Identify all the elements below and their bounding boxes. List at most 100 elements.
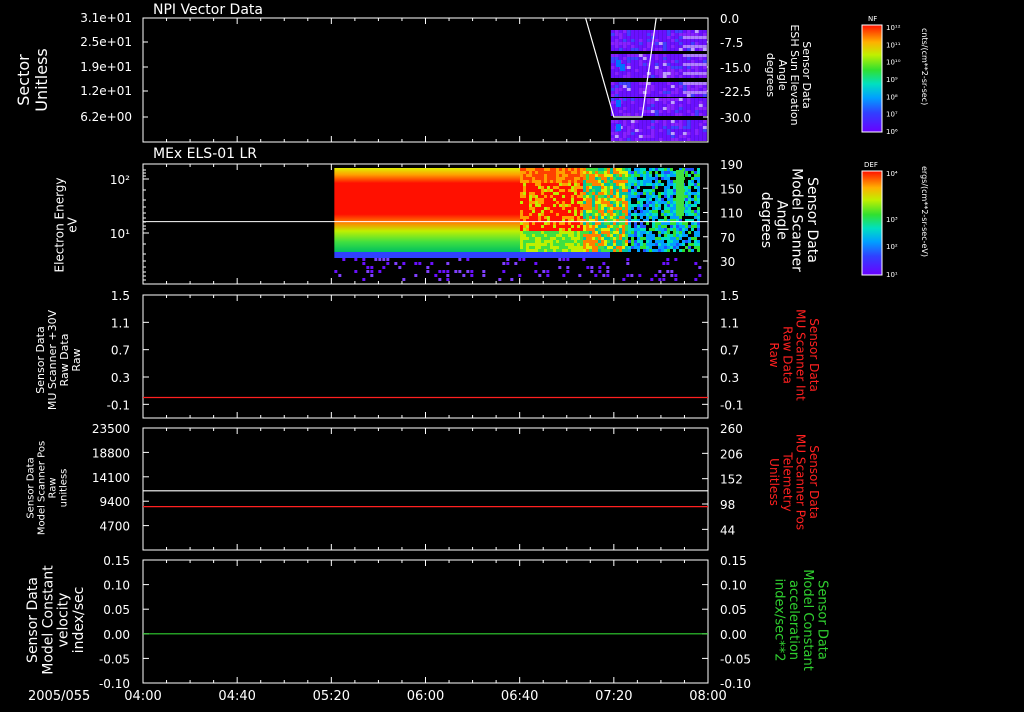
heatmap-cell: [678, 110, 683, 113]
left-tick-label: 1.9e+01: [80, 60, 132, 74]
spectrogram-cell: [589, 216, 592, 219]
spectrogram-cell: [655, 204, 658, 207]
spectrogram-cell: [520, 204, 523, 207]
heatmap-cell: [658, 94, 663, 97]
spectrogram-cell: [616, 180, 619, 183]
heatmap-cell: [610, 123, 615, 126]
right-tick-label: -7.5: [720, 36, 743, 50]
spectrogram-cell: [604, 246, 607, 249]
spectrogram-cell: [526, 195, 529, 198]
spectrogram-cell: [670, 231, 673, 234]
spectrogram-cell: [535, 231, 538, 234]
heatmap-cell: [654, 45, 659, 48]
spectrogram-cell: [622, 246, 625, 249]
heatmap-cell: [658, 110, 663, 113]
spectrogram-cell: [682, 237, 685, 240]
spectrogram-cell: [547, 234, 550, 237]
spectrogram-cell: [613, 249, 616, 252]
heatmap-cell: [634, 48, 639, 51]
spectrogram-cell: [589, 183, 592, 186]
spectrogram-cell: [535, 234, 538, 237]
spectrogram-cell: [568, 210, 571, 213]
spectrogram-cell: [697, 177, 700, 180]
spectrogram-cell: [556, 213, 559, 216]
heatmap-cell: [682, 66, 687, 69]
spectrogram-cell: [586, 204, 589, 207]
spectrogram-cell: [334, 270, 338, 273]
heatmap-cell: [626, 129, 631, 132]
spectrogram-cell: [547, 183, 550, 186]
heatmap-cell: [626, 42, 631, 45]
spectrogram-cell: [522, 258, 526, 261]
heatmap-cell: [610, 88, 615, 91]
spectrogram-cell: [583, 192, 586, 195]
heatmap-cell: [634, 110, 639, 113]
spectrogram-cell: [646, 228, 649, 231]
spectrogram-cell: [658, 243, 661, 246]
spectrogram-cell: [562, 274, 566, 277]
spectrogram-cell: [673, 198, 676, 201]
heatmap-cell: [634, 101, 639, 104]
heatmap-cell: [650, 75, 655, 78]
spectrogram-cell: [562, 168, 565, 171]
spectrogram-cell: [643, 237, 646, 240]
spectrogram-cell: [565, 171, 568, 174]
spectrogram-cell: [670, 237, 673, 240]
spectrogram-cell: [631, 174, 634, 177]
spectrogram-cell: [553, 231, 556, 234]
heatmap-cell: [678, 63, 683, 66]
heatmap-cell: [634, 107, 639, 110]
spectrogram-cell: [640, 204, 643, 207]
spectrogram-cell: [577, 177, 580, 180]
spectrogram-cell: [538, 225, 541, 228]
spectrogram-cell: [568, 228, 571, 231]
spectrogram-cell: [631, 228, 634, 231]
heatmap-cell: [630, 45, 635, 48]
spectrogram-cell: [631, 195, 634, 198]
heatmap-cell: [626, 94, 631, 97]
heatmap-cell: [662, 57, 667, 60]
spectrogram-cell: [607, 192, 610, 195]
spectrogram-cell: [580, 225, 583, 228]
spectrogram-cell: [661, 189, 664, 192]
heatmap-cell: [698, 85, 703, 88]
heatmap-cell: [658, 75, 663, 78]
spectrogram-cell: [580, 237, 583, 240]
spectrogram-cell: [571, 228, 574, 231]
spectrogram-cell: [655, 243, 658, 246]
colorbar-tick-label: 10¹⁰: [886, 59, 901, 67]
heatmap-cell: [634, 91, 639, 94]
spectrogram-cell: [682, 240, 685, 243]
heatmap-cell: [678, 72, 683, 75]
spectrogram-cell: [607, 234, 610, 237]
spectrogram-cell: [631, 243, 634, 246]
heatmap-cell: [690, 30, 695, 33]
spectrogram-cell: [655, 189, 658, 192]
heatmap-cell: [646, 36, 651, 39]
spectrogram-cell: [625, 174, 628, 177]
spectrogram-cell: [688, 183, 691, 186]
spectrogram-cell: [613, 207, 616, 210]
spectrogram-cell: [529, 216, 532, 219]
spectrogram-cell: [520, 222, 523, 225]
spectrogram-cell: [685, 249, 688, 252]
spectrogram-cell: [566, 266, 570, 269]
spectrogram-cell: [532, 183, 535, 186]
axis-label-line: Model Scanner: [789, 168, 805, 272]
spectrogram-cell: [565, 189, 568, 192]
spectrogram-cell: [673, 246, 676, 249]
spectrogram-cell: [580, 243, 583, 246]
spectrogram-cell: [643, 174, 646, 177]
spectrogram-cell: [601, 237, 604, 240]
spectrogram-cell: [607, 180, 610, 183]
spectrogram-cell: [661, 243, 664, 246]
spectrogram-cell: [520, 180, 523, 183]
heatmap-cell: [622, 123, 627, 126]
heatmap-cell: [662, 48, 667, 51]
heatmap-cell: [694, 107, 699, 110]
heatmap-cell: [694, 30, 699, 33]
spectrogram-cell: [688, 186, 691, 189]
spectrogram-cell: [586, 186, 589, 189]
spectrogram-cell: [546, 274, 550, 277]
heatmap-cell: [610, 135, 615, 138]
